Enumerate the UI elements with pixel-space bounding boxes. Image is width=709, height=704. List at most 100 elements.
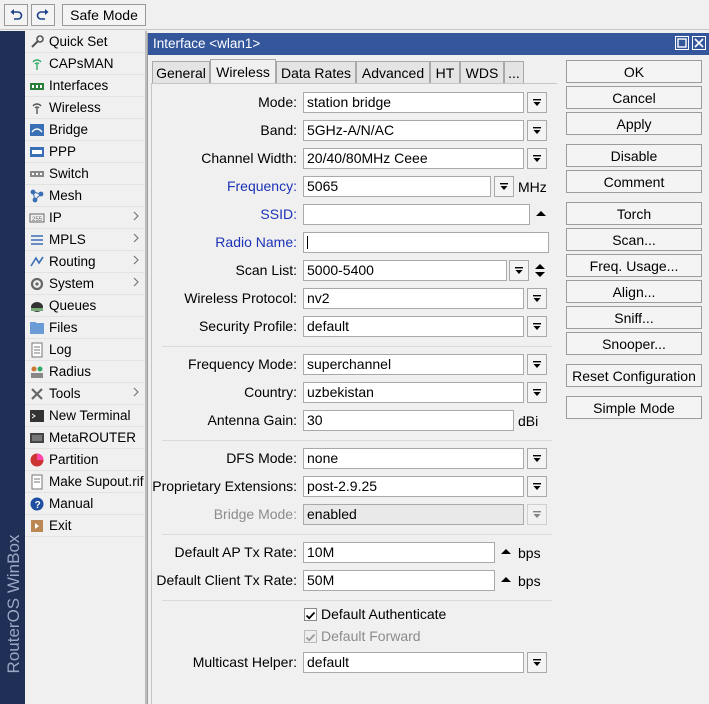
menu-item-metarouter[interactable]: MetaROUTER [25,427,145,449]
safe-mode-button[interactable]: Safe Mode [62,4,146,26]
menu-item-label: Files [49,320,78,335]
simple-mode-button[interactable]: Simple Mode [566,396,702,419]
menu-item-ppp[interactable]: PPP [25,141,145,163]
proprietary-extensions-field[interactable]: post-2.9.25 [303,476,524,497]
menu-item-routing[interactable]: Routing [25,251,145,273]
frequency-unit: MHz [518,179,547,195]
menu-item-wireless[interactable]: Wireless [25,97,145,119]
dropdown-arrow-icon [533,360,541,368]
sniff-button[interactable]: Sniff... [566,306,702,329]
log-icon [29,342,45,358]
default-client-tx-rate-collapse[interactable] [499,570,513,591]
menu-item-exit[interactable]: Exit [25,515,145,537]
menu-item-label: Radius [49,364,92,379]
tab-general[interactable]: General [152,61,210,83]
menu-item-make-supout-rif[interactable]: Make Supout.rif [25,471,145,493]
menu-item-tools[interactable]: Tools [25,383,145,405]
menu-item-interfaces[interactable]: Interfaces [25,75,145,97]
menu-item-mesh[interactable]: Mesh [25,185,145,207]
menu-item-label: Quick Set [49,34,108,49]
tab-ht[interactable]: HT [430,61,460,83]
wireless-protocol-field[interactable]: nv2 [303,288,524,309]
scan-button[interactable]: Scan... [566,228,702,251]
antenna-gain-field[interactable]: 30 [303,410,514,431]
restore-button[interactable] [675,36,689,50]
radio-name-field[interactable] [303,232,549,253]
tab-wds[interactable]: WDS [460,61,504,83]
undo-button[interactable] [4,4,28,26]
ssid-field[interactable] [303,204,530,225]
default-ap-tx-rate-field[interactable]: 10M [303,542,495,563]
menu-item-manual[interactable]: ? Manual [25,493,145,515]
country-dropdown[interactable] [527,382,547,403]
wireless-protocol-dropdown[interactable] [527,288,547,309]
channel-width-label: Channel Width: [201,150,297,166]
country-field[interactable]: uzbekistan [303,382,524,403]
comment-button[interactable]: Comment [566,170,702,193]
frequency-mode-field[interactable]: superchannel [303,354,524,375]
menu-item-bridge[interactable]: Bridge [25,119,145,141]
redo-button[interactable] [31,4,55,26]
multicast-helper-dropdown[interactable] [527,652,547,673]
tab-advanced[interactable]: Advanced [356,61,430,83]
queues-icon [29,298,45,314]
menu-item-capsman[interactable]: CAPsMAN [25,53,145,75]
close-button[interactable] [692,36,706,50]
band-dropdown[interactable] [527,120,547,141]
disable-button[interactable]: Disable [566,144,702,167]
channel-width-dropdown[interactable] [527,148,547,169]
freq-usage-button[interactable]: Freq. Usage... [566,254,702,277]
metarouter-icon [29,430,45,446]
dfs-mode-field[interactable]: none [303,448,524,469]
menu-item-system[interactable]: System [25,273,145,295]
tab-wireless[interactable]: Wireless [210,59,276,84]
menu-item-mpls[interactable]: MPLS [25,229,145,251]
tab-more[interactable]: ... [504,61,524,83]
default-authenticate-checkbox[interactable] [304,608,317,621]
menu-item-log[interactable]: Log [25,339,145,361]
checkmark-icon [305,611,316,620]
scan-list-field[interactable]: 5000-5400 [303,260,507,281]
menu-item-files[interactable]: Files [25,317,145,339]
scan-list-updown[interactable] [533,260,547,281]
cancel-button[interactable]: Cancel [566,86,702,109]
reset-configuration-button[interactable]: Reset Configuration [566,364,702,387]
frequency-dropdown[interactable] [494,176,514,197]
band-field[interactable]: 5GHz-A/N/AC [303,120,524,141]
snooper-button[interactable]: Snooper... [566,332,702,355]
menu-item-radius[interactable]: Radius [25,361,145,383]
top-toolbar: Safe Mode [0,0,709,30]
mode-dropdown[interactable] [527,92,547,113]
menu-item-new-terminal[interactable]: New Terminal [25,405,145,427]
torch-button[interactable]: Torch [566,202,702,225]
apply-button[interactable]: Apply [566,112,702,135]
ssid-collapse[interactable] [534,204,548,225]
frequency-field[interactable]: 5065 [303,176,491,197]
submenu-arrow-icon [133,387,139,400]
menu-item-partition[interactable]: Partition [25,449,145,471]
bridge-mode-dropdown [527,504,547,525]
dropdown-arrow-icon [533,658,541,666]
menu-item-switch[interactable]: Switch [25,163,145,185]
security-profile-label: Security Profile: [198,318,297,334]
security-profile-field[interactable]: default [303,316,524,337]
mode-field[interactable]: station bridge [303,92,524,113]
menu-item-ip[interactable]: 255 IP [25,207,145,229]
window-titlebar[interactable]: Interface <wlan1> [148,33,709,55]
submenu-arrow-icon [133,233,139,246]
scan-list-dropdown[interactable] [509,260,529,281]
multicast-helper-field[interactable]: default [303,652,524,673]
align-button[interactable]: Align... [566,280,702,303]
frequency-mode-dropdown[interactable] [527,354,547,375]
channel-width-field[interactable]: 20/40/80MHz Ceee [303,148,524,169]
menu-item-quick-set[interactable]: Quick Set [25,31,145,53]
tab-data-rates[interactable]: Data Rates [276,61,356,83]
security-profile-dropdown[interactable] [527,316,547,337]
proprietary-extensions-dropdown[interactable] [527,476,547,497]
default-ap-tx-rate-collapse[interactable] [499,542,513,563]
terminal-icon [29,408,45,424]
default-client-tx-rate-field[interactable]: 50M [303,570,495,591]
dfs-mode-dropdown[interactable] [527,448,547,469]
ok-button[interactable]: OK [566,60,702,83]
menu-item-queues[interactable]: Queues [25,295,145,317]
